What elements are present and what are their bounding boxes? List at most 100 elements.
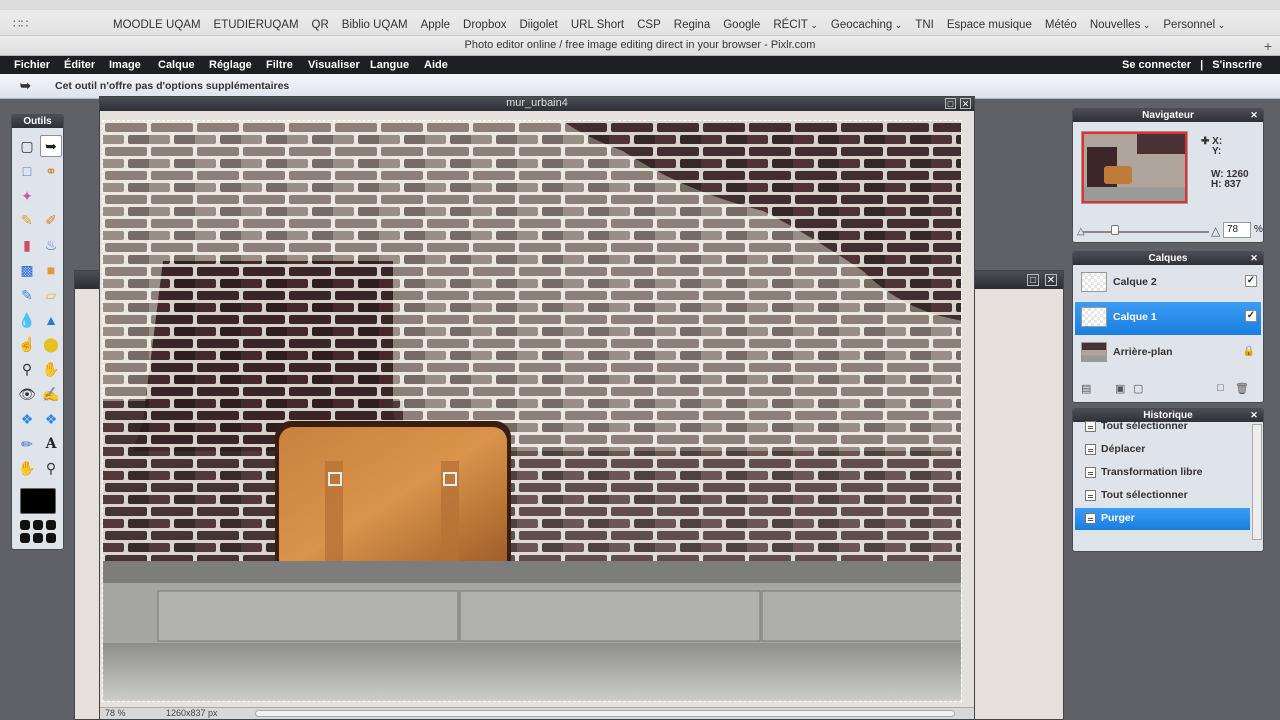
new-layer-icon[interactable]: □ <box>1217 382 1224 394</box>
crop-icon[interactable]: ▢ <box>16 135 38 157</box>
bookmark-item[interactable]: Biblio UQAM <box>342 19 408 31</box>
bookmark-item[interactable]: Météo <box>1045 19 1077 31</box>
palette-dot[interactable] <box>33 520 43 530</box>
bookmark-item[interactable]: MOODLE UQAM <box>113 19 201 31</box>
close-icon[interactable]: ✕ <box>1249 253 1259 263</box>
palette-dot[interactable] <box>46 520 56 530</box>
sharpen-icon[interactable]: ▲ <box>40 309 62 331</box>
layer-mask-icon[interactable]: ▣ <box>1115 382 1125 395</box>
stamp-icon[interactable]: ■ <box>40 259 62 281</box>
bookmark-item[interactable]: QR <box>312 19 329 31</box>
bookmark-item[interactable]: ETUDIERUQAM <box>214 19 299 31</box>
menu-filter[interactable]: Filtre <box>266 56 293 74</box>
burn-icon[interactable]: ✋ <box>40 358 62 380</box>
layer-options-icon[interactable]: ▤ <box>1081 382 1091 395</box>
bloat-icon[interactable]: ❖ <box>16 408 38 430</box>
zoom-icon[interactable]: ⚲ <box>40 457 62 479</box>
text-icon[interactable]: A <box>40 433 62 455</box>
visibility-checkbox[interactable]: ✓ <box>1245 310 1257 322</box>
new-tab-plus-icon[interactable]: + <box>1264 38 1272 54</box>
history-item[interactable]: Tout sélectionner <box>1075 485 1250 507</box>
bookmark-folder[interactable]: Geocaching <box>831 19 902 31</box>
menu-file[interactable]: Fichier <box>14 56 50 74</box>
close-icon[interactable]: ✕ <box>1249 410 1259 420</box>
menu-layer[interactable]: Calque <box>158 56 195 74</box>
bookmark-item[interactable]: Espace musique <box>947 19 1032 31</box>
menu-language[interactable]: Langue <box>370 56 409 74</box>
maximize-icon[interactable]: □ <box>945 98 956 109</box>
layer-row[interactable]: Calque 2 ✓ <box>1075 267 1261 300</box>
history-item-selected[interactable]: Purger <box>1075 508 1250 530</box>
bookmark-item[interactable]: Dropbox <box>463 19 506 31</box>
zoom-readout[interactable]: 78 % <box>105 708 126 719</box>
viewport-indicator[interactable] <box>1082 132 1187 203</box>
apps-grid-icon[interactable]: ∷∷ <box>13 18 28 30</box>
bookmark-item[interactable]: TNI <box>915 19 934 31</box>
bookmark-item[interactable]: Google <box>723 19 760 31</box>
close-icon[interactable]: ✕ <box>960 98 971 109</box>
colour-picker-icon[interactable]: ✏ <box>16 433 38 455</box>
drop-icon[interactable]: 💧 <box>16 309 38 331</box>
foreground-color-swatch[interactable] <box>20 488 56 514</box>
gradient-icon[interactable]: ▩ <box>16 259 38 281</box>
history-item[interactable]: Tout sélectionner <box>1075 416 1250 438</box>
palette-dot[interactable] <box>46 533 56 543</box>
history-item[interactable]: Transformation libre <box>1075 462 1250 484</box>
image-canvas[interactable] <box>102 120 962 702</box>
menu-adjust[interactable]: Réglage <box>209 56 252 74</box>
layer-row-selected[interactable]: Calque 1 ✓ <box>1075 302 1261 335</box>
zoom-slider-track[interactable] <box>1083 231 1209 233</box>
trash-icon[interactable]: 🗑 <box>1235 382 1249 395</box>
palette-dot[interactable] <box>20 520 30 530</box>
dodge-icon[interactable]: ⚲ <box>16 358 38 380</box>
bookmark-item[interactable]: Apple <box>421 19 450 31</box>
bookmark-item[interactable]: Diigolet <box>520 19 558 31</box>
menu-image[interactable]: Image <box>109 56 141 74</box>
bookmark-folder[interactable]: Personnel <box>1163 19 1225 31</box>
eraser-icon[interactable]: ▮ <box>16 234 38 256</box>
pencil-icon[interactable]: ✎ <box>16 209 38 231</box>
wand-icon[interactable]: ✦ <box>16 185 38 207</box>
login-link[interactable]: Se connecter <box>1122 59 1191 71</box>
bookmark-item[interactable]: CSP <box>637 19 661 31</box>
signup-link[interactable]: S'inscrire <box>1212 59 1262 71</box>
marquee-icon[interactable]: □ <box>16 160 38 182</box>
menu-edit[interactable]: Éditer <box>64 56 95 74</box>
redeye-icon[interactable]: 👁 <box>16 383 38 405</box>
layer-style-icon[interactable]: ▢ <box>1133 382 1143 395</box>
bookmark-folder[interactable]: Nouvelles <box>1090 19 1151 31</box>
maximize-icon[interactable]: □ <box>1027 274 1039 286</box>
spray-icon[interactable]: ♨ <box>40 234 62 256</box>
close-icon[interactable]: ✕ <box>1249 110 1259 120</box>
bookmark-item[interactable]: Regina <box>674 19 710 31</box>
pinch-icon[interactable]: ❖ <box>40 408 62 430</box>
palette-dot[interactable] <box>20 533 30 543</box>
smudge-icon[interactable]: ☝ <box>16 333 38 355</box>
zoom-slider-knob[interactable] <box>1111 225 1119 235</box>
menu-help[interactable]: Aide <box>424 56 448 74</box>
menu-view[interactable]: Visualiser <box>308 56 360 74</box>
zoom-in-icon[interactable]: △ <box>1211 224 1220 238</box>
visibility-checkbox[interactable]: ✓ <box>1245 275 1257 287</box>
brush-icon[interactable]: ✐ <box>40 209 62 231</box>
colour-replace-icon[interactable]: ✎ <box>16 284 38 306</box>
move-icon[interactable]: ➥ <box>40 135 62 157</box>
zoom-input[interactable]: 78 <box>1223 222 1251 238</box>
palette-dot[interactable] <box>33 533 43 543</box>
sponge-icon[interactable]: ⬤ <box>40 333 62 355</box>
document-title[interactable]: mur_urbain4 <box>100 97 974 111</box>
bookmark-folder[interactable]: RÉCIT <box>773 19 818 31</box>
hand-icon[interactable]: ✋ <box>16 457 38 479</box>
spot-heal-icon[interactable]: ✍ <box>40 383 62 405</box>
horizontal-scrollbar[interactable] <box>255 710 955 717</box>
color-palette-buttons[interactable] <box>20 520 60 544</box>
history-scrollbar[interactable] <box>1252 424 1262 540</box>
bookmark-item[interactable]: URL Short <box>571 19 624 31</box>
history-item[interactable]: Déplacer <box>1075 439 1250 461</box>
fill-icon[interactable]: ▱ <box>40 284 62 306</box>
navigator-thumbnail[interactable] <box>1081 131 1188 204</box>
lasso-icon[interactable]: ⚭ <box>40 160 62 182</box>
layer-row[interactable]: Arrière-plan 🔒 <box>1075 337 1261 370</box>
close-icon[interactable]: ✕ <box>1045 274 1057 286</box>
history-item-label: Purger <box>1101 512 1135 524</box>
